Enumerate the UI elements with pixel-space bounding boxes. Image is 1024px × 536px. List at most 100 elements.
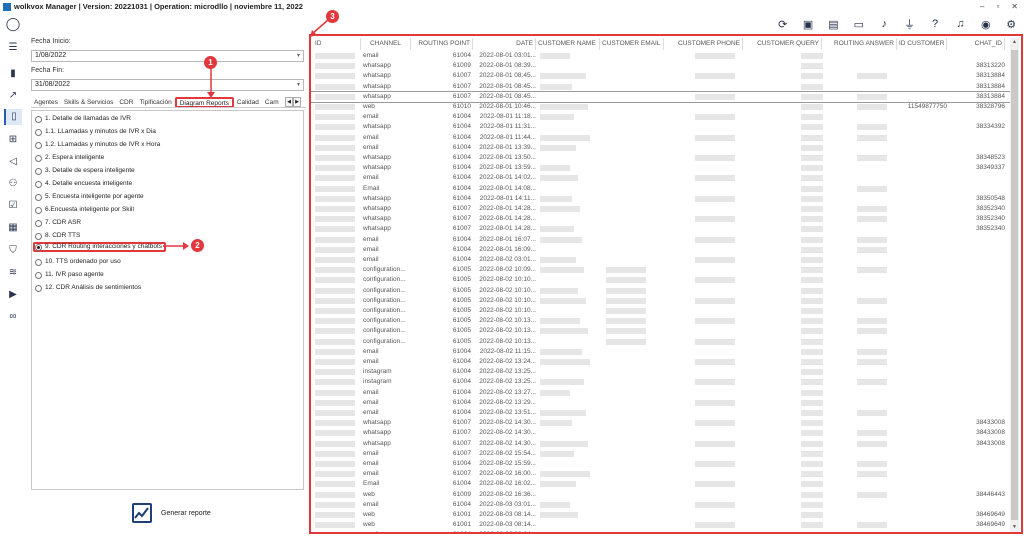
table-row[interactable]: email 61004 2022-08-01 13:39...: [311, 143, 1011, 153]
table-row[interactable]: email 61004 2022-08-01 14:02...: [311, 173, 1011, 183]
table-row[interactable]: whatsapp 61007 2022-08-01 14:28... 38352340: [311, 224, 1011, 234]
mic-icon[interactable]: ⏚: [902, 16, 918, 32]
col-header[interactable]: DATE: [473, 38, 536, 50]
table-row[interactable]: whatsapp 61007 2022-08-02 14:30... 38433008: [311, 428, 1011, 438]
table-row[interactable]: instagram 61004 2022-08-02 13:25...: [311, 377, 1011, 387]
checklist-icon[interactable]: ☑: [4, 198, 22, 214]
tab-tipificacion[interactable]: Tipificación: [136, 97, 174, 107]
table-row[interactable]: whatsapp 61007 2022-08-02 14:30... 38433008: [311, 418, 1011, 428]
briefcase-icon[interactable]: ▣: [800, 18, 816, 31]
table-row[interactable]: configuration... 61005 2022-08-02 10:09...: [311, 265, 1011, 275]
report-radio[interactable]: 1.2. LLamadas y minutos de IVR x Hora: [35, 140, 160, 150]
table-row[interactable]: email 61004 2022-08-02 13:24...: [311, 357, 1011, 367]
calculator-icon[interactable]: ▦: [4, 220, 22, 236]
table-row[interactable]: email 61004 2022-08-02 13:27...: [311, 388, 1011, 398]
col-header[interactable]: CHAT_ID: [947, 38, 1005, 50]
report-radio[interactable]: 12. CDR Análisis de sentimientos: [35, 283, 141, 293]
refresh-icon[interactable]: ⟳: [775, 18, 791, 31]
tab-diagram-reports[interactable]: Diagram Reports: [174, 97, 234, 107]
table-row[interactable]: whatsapp 61007 2022-08-01 08:45... 38313884: [311, 90, 1012, 104]
report-radio[interactable]: 2. Espera inteligente: [35, 153, 104, 163]
table-row[interactable]: web 61009 2022-08-02 16:36... 38446443: [311, 490, 1011, 500]
col-header[interactable]: ID: [313, 38, 361, 50]
vertical-scrollbar[interactable]: ▲ ▼: [1010, 38, 1019, 532]
table-row[interactable]: Email 61004 2022-08-01 14:08...: [311, 184, 1011, 194]
table-row[interactable]: email 61004 2022-08-03 03:01...: [311, 500, 1011, 510]
col-header[interactable]: ROUTING ANSWER: [822, 38, 897, 50]
col-header[interactable]: CUSTOMER NAME: [536, 38, 600, 50]
report-radio[interactable]: 10. TTS ordenado por uso: [35, 257, 121, 267]
table-row[interactable]: email 61004 2022-08-02 15:59...: [311, 459, 1011, 469]
megaphone-icon[interactable]: ◁: [4, 154, 22, 170]
start-date-field[interactable]: 1/08/2022 ▾: [31, 50, 304, 62]
table-row[interactable]: whatsapp 61007 2022-08-01 08:45... 38313884: [311, 82, 1011, 92]
tab-campanas[interactable]: Cam: [262, 97, 282, 107]
id-card-icon[interactable]: ▭: [851, 18, 867, 31]
report-radio[interactable]: 8. CDR TTS: [35, 231, 80, 241]
table-row[interactable]: whatsapp 61007 2022-08-01 14:28... 38352340: [311, 204, 1011, 214]
table-row[interactable]: web 61001 2022-08-03 08:14... 38469649: [311, 510, 1011, 520]
table-row[interactable]: email 61004 2022-08-01 16:07...: [311, 235, 1011, 245]
table-row[interactable]: email610042022-08-03 08:24...: [311, 530, 1011, 532]
table-row[interactable]: email 61004 2022-08-01 11:44...: [311, 133, 1011, 143]
close-button[interactable]: ✕: [1011, 0, 1018, 14]
table-row[interactable]: web 61010 2022-08-01 10:46... 11549877750 38…: [311, 102, 1011, 112]
table-row[interactable]: configuration... 61005 2022-08-02 10:10...: [311, 306, 1011, 316]
report-radio[interactable]: 6.Encuesta inteligente por Skill: [35, 205, 134, 215]
tab-scroll-right-icon[interactable]: ▶: [293, 97, 301, 107]
group-icon[interactable]: ⚇: [4, 176, 22, 192]
generate-report-button[interactable]: Generar reporte: [132, 503, 211, 523]
voicemail-icon[interactable]: ∞: [4, 309, 22, 325]
scroll-up-icon[interactable]: ▲: [1010, 38, 1019, 47]
table-row[interactable]: configuration... 61005 2022-08-02 10:13...: [311, 337, 1011, 347]
scroll-thumb[interactable]: [1011, 50, 1018, 520]
table-row[interactable]: email 61004 2022-08-02 11:15...: [311, 347, 1011, 357]
audio-icon[interactable]: ≋: [4, 265, 22, 281]
table-row[interactable]: configuration... 61005 2022-08-02 10:10...: [311, 275, 1011, 285]
table-row[interactable]: instagram 61004 2022-08-02 13:25...: [311, 367, 1011, 377]
table-row[interactable]: email 61007 2022-08-02 15:54...: [311, 449, 1011, 459]
tab-cdr[interactable]: CDR: [116, 97, 136, 107]
table-row[interactable]: configuration... 61005 2022-08-02 10:10...: [311, 296, 1011, 306]
table-row[interactable]: whatsapp 61007 2022-08-02 14:30... 38433008: [311, 439, 1011, 449]
table-row[interactable]: whatsapp 61004 2022-08-01 13:50... 38348523: [311, 153, 1011, 163]
table-row[interactable]: whatsapp 61004 2022-08-01 11:31... 38334392: [311, 122, 1011, 132]
table-row[interactable]: configuration... 61005 2022-08-02 10:13...: [311, 326, 1011, 336]
help-icon[interactable]: ?: [927, 18, 943, 30]
diagram-icon[interactable]: ⊞: [4, 132, 22, 148]
tab-scroll-left-icon[interactable]: ◀: [285, 97, 293, 107]
tab-agentes[interactable]: Agentes: [31, 97, 61, 107]
col-header[interactable]: CHANNEL: [361, 38, 411, 50]
table-row[interactable]: whatsapp 61004 2022-08-01 14:11... 38350548: [311, 194, 1011, 204]
table-row[interactable]: whatsapp 61007 2022-08-01 14:28... 38352340: [311, 214, 1011, 224]
bell-icon[interactable]: ♫: [952, 18, 968, 30]
table-row[interactable]: email 61004 2022-08-02 03:01...: [311, 255, 1011, 265]
minimize-button[interactable]: –: [980, 0, 984, 14]
table-row[interactable]: whatsapp 61009 2022-08-01 08:39... 38313220: [311, 61, 1011, 71]
table-row[interactable]: configuration... 61005 2022-08-02 10:13...: [311, 316, 1011, 326]
video-icon[interactable]: ▶: [4, 287, 22, 303]
report-radio[interactable]: 7. CDR ASR: [35, 218, 81, 228]
tab-skills[interactable]: Skills & Servicios: [61, 97, 116, 107]
report-radio-selected[interactable]: 9. CDR Routing interacciones y chatbots: [33, 242, 167, 252]
table-row[interactable]: email 61004 2022-08-02 13:51...: [311, 408, 1011, 418]
user-icon[interactable]: ◉: [978, 18, 994, 31]
report-radio[interactable]: 4. Detalle encuesta inteligente: [35, 179, 132, 189]
gear-icon[interactable]: ⚙: [1003, 18, 1019, 31]
report-radio[interactable]: 11. IVR paso agente: [35, 270, 104, 280]
table-row[interactable]: configuration... 61005 2022-08-02 10:10...: [311, 286, 1011, 296]
col-header[interactable]: CUSTOMER QUERY: [743, 38, 822, 50]
table-row[interactable]: email 61007 2022-08-02 16:00...: [311, 469, 1011, 479]
report-radio[interactable]: 5. Encuesta inteligente por agente: [35, 192, 144, 202]
table-row[interactable]: whatsapp 61007 2022-08-01 08:45... 38313884: [311, 71, 1011, 81]
table-row[interactable]: email 61004 2022-08-01 11:18...: [311, 112, 1011, 122]
col-header[interactable]: ROUTING POINT: [411, 38, 473, 50]
table-row[interactable]: whatsapp 61004 2022-08-01 13:59... 38349337: [311, 163, 1011, 173]
table-row[interactable]: email 61004 2022-08-02 13:29...: [311, 398, 1011, 408]
col-header[interactable]: ID CUSTOMER: [897, 38, 947, 50]
maximize-button[interactable]: ▫: [996, 0, 999, 14]
col-header[interactable]: CUSTOMER EMAIL: [600, 38, 664, 50]
bar-chart-icon[interactable]: ▮: [4, 66, 22, 82]
table-row[interactable]: email 61004 2022-08-01 16:09...: [311, 245, 1011, 255]
table-row[interactable]: Email 61004 2022-08-02 16:02...: [311, 479, 1011, 489]
